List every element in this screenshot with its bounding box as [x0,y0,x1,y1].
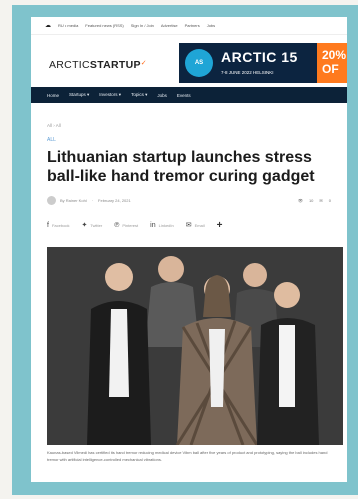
banner-badge: AS [185,49,213,77]
article-hero-photo [47,247,343,445]
site-logo[interactable]: ARCTICSTARTUP✓ [49,59,147,71]
category-tag[interactable]: ALL [47,137,347,143]
nav-item-startups[interactable]: Startups ▾ [69,92,89,98]
comments-icon: ✉ [319,197,323,203]
nav-item-investors[interactable]: Investors ▾ [99,92,121,98]
linkedin-icon: in [150,221,156,229]
author-avatar [47,195,56,205]
facebook-icon: f [47,221,49,229]
author-name[interactable]: By Rainer Kohl [60,198,87,203]
share-twitter-button[interactable]: ✦ Twitter [82,221,103,229]
topbar-link-4[interactable]: Advertise [161,23,178,28]
brand-header: ARCTICSTARTUP✓ AS ARCTIC 15 7-8 JUNE 202… [31,35,347,87]
share-twitter-label: Twitter [90,222,103,228]
comments-count: 0 [328,197,331,203]
article-stats: 👁 10 ✉ 0 [298,198,331,203]
banner-headline: ARCTIC 15 [221,49,298,65]
share-facebook-label: Facebook [51,222,70,228]
topbar-link-3[interactable]: Sign In / Join [131,23,154,28]
share-email-button[interactable]: ✉ Email [186,221,205,229]
nav-item-topics[interactable]: Topics ▾ [131,92,147,98]
views-icon: 👁 [297,197,303,203]
banner-promo: 20% OF [317,43,347,83]
logo-light-text: ARCTIC [49,59,90,71]
arctic15-ad-banner[interactable]: AS ARCTIC 15 7-8 JUNE 2022 HELSINKI 20% … [179,43,347,83]
share-bar: f Facebook ✦ Twitter ℗ Pinterest in LinkedIn… [47,216,331,234]
article-meta: By Rainer Kohl · February 24, 2021 👁 10 … [47,194,331,206]
share-linkedin-button[interactable]: in LinkedIn [150,222,174,229]
photo-caption: Kaunas-based Vilmedi has certified its h… [47,450,328,462]
share-pinterest-label: Pinterest [122,222,139,228]
top-utility-bar: ☁ RU • media Featured news (RSS) Sign In… [31,17,347,35]
topbar-link-1[interactable]: RU • media [58,23,78,28]
share-facebook-button[interactable]: f Facebook [47,222,70,229]
share-pinterest-button[interactable]: ℗ Pinterest [114,222,138,229]
twitter-icon: ✦ [81,222,88,229]
nav-item-jobs[interactable]: Jobs [157,93,167,98]
nav-item-home[interactable]: Home [47,93,59,98]
views-count: 10 [308,197,314,203]
share-linkedin-label: LinkedIn [158,222,174,228]
more-share-icon[interactable]: + [217,220,223,231]
nav-item-events[interactable]: Events [177,93,191,98]
pinterest-icon: ℗ [114,221,120,229]
topbar-link-2[interactable]: Featured news (RSS) [85,23,123,28]
topbar-link-6[interactable]: Jobs [207,23,215,28]
team-photo-illustration [47,247,343,445]
share-email-label: Email [194,222,205,228]
breadcrumb[interactable]: All › All [47,123,347,128]
main-nav: Home Startups ▾ Investors ▾ Topics ▾ Job… [31,87,347,103]
logo-accent-icon: ✓ [140,60,147,67]
publish-date: February 24, 2021 [98,197,131,203]
logo-bold-text: STARTUP [89,59,141,71]
cloud-icon: ☁ [45,23,51,29]
meta-separator: · [91,197,94,203]
topbar-link-5[interactable]: Partners [185,23,200,28]
email-icon: ✉ [185,222,192,229]
banner-dates: 7-8 JUNE 2022 HELSINKI [221,70,274,75]
article-page: ☁ RU • media Featured news (RSS) Sign In… [31,17,347,482]
article-title: Lithuanian startup launches stress ball-… [47,149,315,185]
